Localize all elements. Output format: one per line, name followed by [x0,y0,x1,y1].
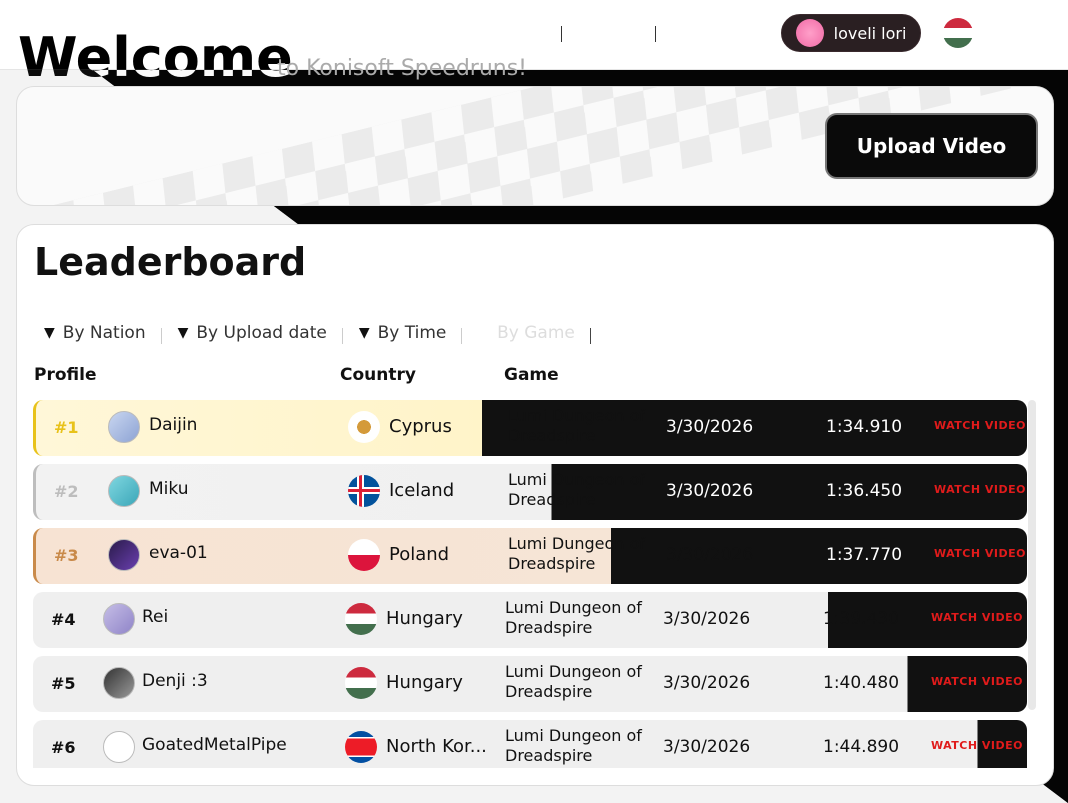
welcome-subtitle: to Konisoft Speedruns! [277,56,528,81]
game-name: Lumi Dungeon of Dreadspire [505,726,642,765]
avatar [103,667,135,699]
game-name: Lumi Dungeon of Dreadspire [508,534,645,573]
refresh-label: Refresh Leaderboard [627,323,829,343]
table-row[interactable]: #3 eva-01 Poland Lumi Dungeon of Dreadsp… [33,528,1027,584]
run-time: 1:37.770 [826,545,903,565]
country-name: Hungary [386,672,463,693]
leaderboard-scrollbar[interactable] [1028,400,1036,710]
rank: #6 [51,738,76,757]
user-profile-pill[interactable]: loveli lori [780,14,922,52]
table-row[interactable]: #1 Daijin Cyprus Lumi Dungeon of Dreadsp… [33,400,1027,456]
filter-by-time[interactable]: ▼ By Time [358,323,463,344]
triangle-down-icon: ▼ [44,325,55,341]
run-date: 3/30/2026 [666,481,754,501]
filter-label: By Time [377,323,447,343]
watch-video-link[interactable]: WATCH VIDEO [931,611,1023,624]
column-header-profile: Profile [34,365,97,385]
country-name: Cyprus [389,416,452,437]
country-name: Iceland [389,480,455,501]
leaderboard-title: Leaderboard [34,240,307,284]
game-name: Lumi Dungeon of Dreadspire [508,406,645,445]
run-time: 1:40.480 [823,673,900,693]
column-header-date: Date [669,365,715,385]
run-date: 3/30/2026 [666,417,754,437]
filter-by-upload-date[interactable]: ▼ By Upload date [177,323,344,344]
table-row[interactable]: #4 Rei Hungary Lumi Dungeon of Dreadspir… [33,592,1027,648]
table-row[interactable]: #5 Denji :3 Hungary Lumi Dungeon of Drea… [33,656,1027,712]
player-name[interactable]: Denji :3 [142,671,208,691]
table-row[interactable]: #2 Miku Iceland Lumi Dungeon of Dreadspi… [33,464,1027,520]
avatar [108,411,140,443]
poland-flag-icon [348,539,380,571]
triangle-down-icon: ▼ [177,325,189,341]
player-name[interactable]: Daijin [149,415,197,435]
language-flag-hungary-icon[interactable] [943,18,974,48]
game-name: Lumi Dungeon of Dreadspire [505,662,642,701]
welcome-title: Welcome [18,26,293,89]
filter-by-nation[interactable]: ▼ By Nation [44,323,162,344]
refresh-icon: ⟳ [606,323,622,343]
player-name[interactable]: GoatedMetalPipe [142,735,287,755]
player-name[interactable]: Miku [149,479,189,499]
avatar [108,475,140,507]
rank: #2 [54,482,79,501]
run-date: 3/30/2026 [666,545,754,565]
iceland-flag-icon [348,475,380,507]
upload-video-button[interactable]: Upload Video [825,113,1038,179]
run-time: 1:44.890 [823,737,900,757]
nav-konisoft-link[interactable]: Konisoft [654,24,763,43]
table-row[interactable]: #6 GoatedMetalPipe North Kor... Lumi Dun… [33,720,1027,768]
watch-video-link[interactable]: WATCH VIDEO [934,483,1026,496]
column-header-recordings: Recordings [944,365,1052,385]
filter-by-game[interactable]: ▼ By Game [478,323,591,344]
filter-label: By Nation [62,323,146,343]
refresh-leaderboard-button[interactable]: ⟳ Refresh Leaderboard [607,323,829,343]
triangle-down-icon: ▼ [478,325,490,341]
player-name[interactable]: eva-01 [149,543,208,563]
avatar [103,731,135,763]
hungary-flag-icon [345,667,377,699]
rank: #1 [54,418,79,437]
game-name: Lumi Dungeon of Dreadspire [505,598,642,637]
watch-video-link[interactable]: WATCH VIDEO [934,547,1026,560]
column-header-country: Country [340,365,416,385]
country-name: North Kor... [386,736,487,757]
country-name: Poland [389,544,450,565]
filter-label: By Game [497,323,575,343]
run-date: 3/30/2026 [663,609,751,629]
watch-video-link[interactable]: WATCH VIDEO [931,675,1023,688]
watch-video-link[interactable]: WATCH VIDEO [931,739,1023,752]
north-korea-flag-icon [345,731,377,763]
run-date: 3/30/2026 [663,737,751,757]
nav-leaderboard-link[interactable]: Leaderboard [420,24,561,43]
watch-video-link[interactable]: WATCH VIDEO [934,419,1026,432]
user-avatar [795,19,824,47]
rank: #3 [54,546,79,565]
column-header-time: Time [835,365,882,385]
filter-label: By Upload date [196,323,327,343]
hungary-flag-icon [345,603,377,635]
run-time: 1:36.450 [826,481,903,501]
cyprus-flag-icon [348,411,380,443]
country-name: Hungary [386,608,463,629]
column-header-game: Game [504,365,559,385]
rank: #5 [51,674,76,693]
rank: #4 [51,610,76,629]
avatar [103,603,135,635]
theme-toggle-sun-icon[interactable]: ☀ [1019,19,1044,47]
leaderboard-filters: ▼ By Nation ▼ By Upload date ▼ By Time ▼… [44,320,829,346]
run-date: 3/30/2026 [663,673,751,693]
game-name: Lumi Dungeon of Dreadspire [508,470,645,509]
triangle-down-icon: ▼ [358,325,370,341]
avatar [108,539,140,571]
run-time: 1:34.910 [826,417,903,437]
player-name[interactable]: Rei [142,607,168,627]
run-time: 1:39.430 [823,609,900,629]
nav-profile-link[interactable]: Profile [561,24,655,43]
user-name: loveli lori [833,23,907,43]
